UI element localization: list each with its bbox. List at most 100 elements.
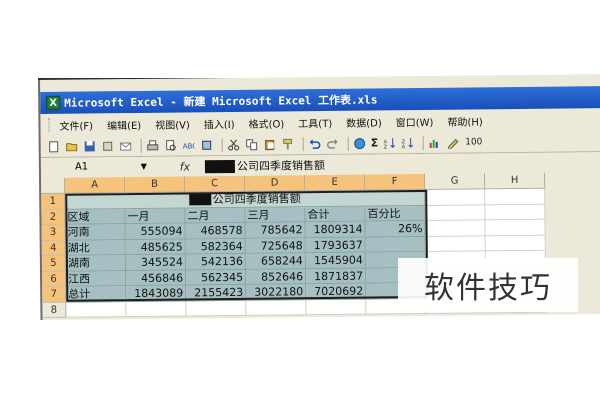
column-header-h[interactable]: H (485, 172, 546, 190)
sort-ascending-icon[interactable]: AZ (382, 136, 396, 150)
data-cell[interactable]: 1793637 (305, 237, 366, 254)
grid-cell[interactable] (485, 235, 546, 252)
zoom-level[interactable]: 100 (465, 137, 482, 147)
copy-icon[interactable] (245, 137, 259, 151)
data-cell[interactable]: 658244 (245, 253, 306, 270)
data-cell[interactable]: 湖南 (65, 255, 127, 272)
chevron-down-icon[interactable]: ▼ (141, 159, 147, 175)
data-cell[interactable]: 485625 (125, 238, 186, 256)
data-cell[interactable]: 总计 (66, 286, 127, 303)
menu-window[interactable]: 窗口(W) (396, 113, 434, 128)
row-header-4[interactable]: 4 (41, 240, 66, 256)
grid-cell[interactable] (306, 299, 367, 316)
print-icon[interactable] (146, 138, 160, 152)
grid-cell[interactable] (425, 204, 486, 221)
data-cell[interactable]: 26% (365, 220, 426, 238)
data-cell[interactable]: 3022180 (246, 284, 307, 301)
save-icon[interactable] (83, 139, 97, 153)
data-cell[interactable]: 562345 (185, 269, 247, 286)
data-cell[interactable]: 785642 (245, 222, 306, 239)
row-header-3[interactable]: 3 (41, 224, 66, 241)
drawing-icon[interactable] (445, 135, 459, 149)
row-header-2[interactable]: 2 (41, 209, 66, 225)
row-header-6[interactable]: 6 (42, 271, 67, 287)
grid-cell[interactable] (186, 300, 247, 317)
data-cell[interactable]: 1545904 (305, 252, 366, 269)
format-painter-icon[interactable] (281, 137, 295, 151)
autosum-icon[interactable]: Σ (371, 136, 379, 149)
undo-icon[interactable] (308, 137, 322, 151)
menu-file[interactable]: 文件(F) (59, 117, 93, 132)
cut-icon[interactable] (227, 137, 241, 151)
data-cell[interactable]: 456846 (126, 269, 187, 287)
permission-icon[interactable] (101, 139, 115, 153)
research-icon[interactable] (200, 138, 214, 152)
menu-view[interactable]: 视图(V) (155, 116, 190, 131)
spelling-icon[interactable]: ABC (182, 138, 196, 152)
paste-icon[interactable] (263, 137, 277, 151)
data-cell[interactable]: 725648 (245, 237, 306, 254)
data-cell[interactable]: 345524 (125, 254, 186, 271)
menu-format[interactable]: 格式(O) (248, 115, 285, 130)
grid-cell[interactable] (425, 220, 486, 237)
name-box[interactable]: A1 ▼ (44, 158, 153, 176)
data-cell[interactable]: 542136 (185, 253, 246, 270)
header-cell[interactable]: 区域 (65, 208, 126, 225)
row-header-8[interactable]: 8 (42, 302, 67, 318)
hyperlink-icon[interactable] (353, 136, 367, 150)
redo-icon[interactable] (326, 136, 340, 150)
sort-descending-icon[interactable]: ZA (400, 136, 414, 150)
grid-cell[interactable] (425, 189, 486, 206)
chart-wizard-icon[interactable] (427, 135, 441, 149)
column-header-d[interactable]: D (245, 175, 306, 192)
data-cell[interactable]: 555094 (125, 223, 186, 240)
mail-icon[interactable] (119, 139, 133, 153)
data-cell[interactable]: 582364 (185, 238, 246, 255)
grid-cell[interactable] (126, 300, 187, 318)
menu-edit[interactable]: 编辑(E) (107, 116, 141, 131)
header-cell[interactable]: 三月 (245, 206, 306, 223)
data-cell[interactable]: 江西 (66, 270, 127, 287)
open-icon[interactable] (65, 139, 79, 153)
menu-grip-handle[interactable] (48, 117, 52, 132)
row-header-1[interactable]: 1 (41, 193, 66, 210)
row-header-7[interactable]: 7 (42, 286, 67, 303)
data-cell[interactable] (365, 236, 426, 253)
menu-data[interactable]: 数据(D) (346, 114, 382, 129)
data-cell[interactable]: 湖北 (65, 239, 126, 256)
header-cell[interactable]: 一月 (125, 207, 186, 225)
grid-cell[interactable] (485, 188, 546, 205)
data-cell[interactable]: 1871837 (305, 268, 367, 285)
grid-cell[interactable] (246, 299, 307, 316)
grid-cell[interactable] (66, 301, 127, 318)
data-cell[interactable]: 1843089 (126, 285, 187, 302)
data-cell[interactable]: 1809314 (305, 221, 366, 238)
excel-app-icon[interactable]: X (46, 95, 61, 110)
header-cell[interactable]: 二月 (185, 207, 246, 224)
grid-cell[interactable] (485, 204, 546, 221)
grid-cell[interactable] (485, 219, 546, 236)
column-header-f[interactable]: F (365, 173, 426, 191)
header-cell[interactable]: 合计 (305, 206, 366, 223)
column-header-g[interactable]: G (425, 173, 486, 190)
column-header-a[interactable]: A (65, 177, 126, 194)
column-header-c[interactable]: C (185, 175, 246, 193)
data-cell[interactable]: 河南 (65, 224, 126, 241)
select-all-corner[interactable] (41, 177, 66, 194)
column-header-e[interactable]: E (305, 174, 366, 192)
menu-tools[interactable]: 工具(T) (298, 114, 332, 129)
data-cell[interactable]: 468578 (185, 222, 246, 239)
data-cell[interactable]: 2155423 (186, 284, 247, 301)
header-cell[interactable]: 百分比 (365, 205, 426, 222)
menu-insert[interactable]: 插入(I) (204, 115, 235, 130)
formula-content[interactable]: 公司四季度销售额 (204, 157, 325, 174)
data-cell[interactable]: 852646 (245, 268, 307, 285)
fx-icon[interactable]: fx (173, 160, 197, 173)
column-header-b[interactable]: B (125, 176, 186, 194)
row-header-5[interactable]: 5 (41, 255, 67, 272)
grid-cell[interactable] (425, 235, 486, 252)
print-preview-icon[interactable] (164, 138, 178, 152)
menu-help[interactable]: 帮助(H) (447, 113, 482, 128)
data-cell[interactable]: 7020692 (306, 283, 367, 300)
new-icon[interactable] (47, 139, 61, 153)
